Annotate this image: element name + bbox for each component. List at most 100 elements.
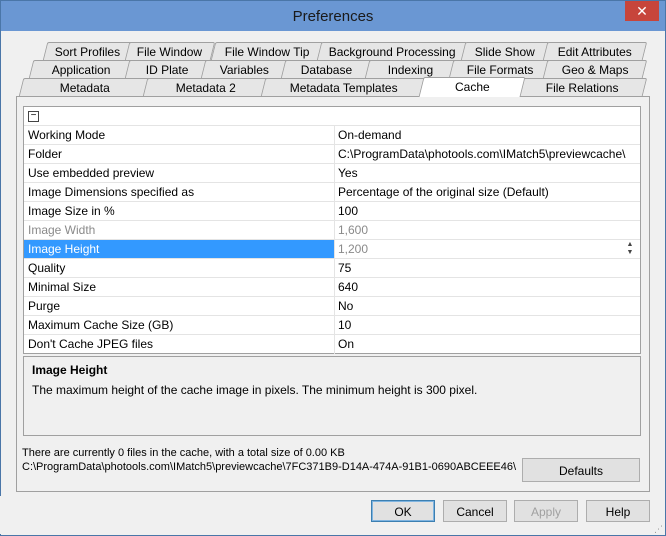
grid-divider [334, 297, 335, 316]
grid-row-value: 1,600 [338, 223, 369, 237]
description-text: The maximum height of the cache image in… [32, 383, 478, 397]
grid-row-value[interactable]: No [338, 299, 638, 313]
grid-row-label: Image Size in % [28, 204, 115, 218]
grid-row-value[interactable]: On-demand [338, 128, 638, 142]
grid-divider [334, 126, 335, 145]
grid-row-value[interactable]: 640 [338, 280, 638, 294]
grid-row-value[interactable]: 100 [338, 204, 638, 218]
tab-label: File Window Tip [224, 45, 310, 59]
tab-label: Slide Show [474, 45, 535, 59]
grid-divider [334, 259, 335, 278]
description-heading: Image Height [32, 363, 108, 377]
tab-label: Geo & Maps [561, 63, 629, 77]
grid-row-image-dimensions[interactable]: Image Dimensions specified as Percentage… [24, 182, 640, 202]
cancel-button[interactable]: Cancel [443, 500, 507, 522]
tab-file-relations[interactable]: File Relations [516, 78, 648, 96]
cache-status-summary: There are currently 0 files in the cache… [22, 447, 345, 459]
grid-row-value[interactable]: 10 [338, 318, 638, 332]
tab-metadata-2[interactable]: Metadata 2 [142, 78, 270, 96]
grid-row-maximum-cache-size[interactable]: Maximum Cache Size (GB) 10 [24, 315, 640, 335]
grid-row-label: Quality [28, 261, 66, 275]
grid-row-label: Image Width [28, 223, 96, 237]
grid-row-value[interactable]: 75 [338, 261, 638, 275]
grid-row-label: Maximum Cache Size (GB) [28, 318, 174, 332]
tab-slide-show[interactable]: Slide Show [460, 42, 550, 60]
tab-metadata-templates[interactable]: Metadata Templates [260, 78, 428, 96]
grid-divider [334, 221, 335, 240]
tab-indexing[interactable]: Indexing [364, 60, 458, 78]
grid-row-image-size[interactable]: Image Size in % 100 [24, 201, 640, 221]
tab-sort-profiles[interactable]: Sort Profiles [42, 42, 134, 60]
property-grid[interactable]: − Working Mode On-demand Folder C:\Progr… [23, 106, 641, 354]
grid-row-value[interactable]: Yes [338, 166, 638, 180]
tab-label: Metadata [59, 81, 110, 95]
grid-row-label: Use embedded preview [28, 166, 155, 180]
window-title: Preferences [292, 8, 374, 25]
grid-row-use-embedded-preview[interactable]: Use embedded preview Yes [24, 163, 640, 183]
grid-row-working-mode[interactable]: Working Mode On-demand [24, 125, 640, 145]
close-button[interactable]: ✕ [625, 1, 659, 21]
grid-divider [334, 145, 335, 164]
grid-row-value[interactable]: Percentage of the original size (Default… [338, 185, 638, 199]
grid-divider [334, 164, 335, 183]
tab-background-processing[interactable]: Background Processing [316, 42, 468, 60]
tab-label: Sort Profiles [55, 45, 121, 59]
tab-label: Database [301, 63, 353, 77]
tab-label: Variables [220, 63, 270, 77]
help-button[interactable]: Help [586, 500, 650, 522]
grid-row-label: Image Height [28, 242, 100, 256]
tab-file-window-tip[interactable]: File Window Tip [210, 42, 324, 60]
grid-divider [334, 202, 335, 221]
tab-label: Cache [454, 80, 490, 94]
grid-row-minimal-size[interactable]: Minimal Size 640 [24, 277, 640, 297]
spin-buttons[interactable]: ▲ ▼ [624, 241, 636, 257]
grid-row-image-height[interactable]: Image Height 1,200 ▲ ▼ [24, 239, 640, 259]
grid-row-label: Working Mode [28, 128, 106, 142]
defaults-button[interactable]: Defaults [522, 458, 640, 482]
grid-row-value[interactable]: C:\ProgramData\photools.com\IMatch5\prev… [338, 147, 638, 161]
tab-label: Metadata 2 [175, 81, 236, 95]
tab-id-plate[interactable]: ID Plate [124, 60, 210, 78]
grid-row-purge[interactable]: Purge No [24, 296, 640, 316]
spin-up-icon[interactable]: ▲ [624, 241, 636, 249]
description-pane: Image Height The maximum height of the c… [23, 356, 641, 436]
ok-button[interactable]: OK [371, 500, 435, 522]
tab-metadata[interactable]: Metadata [18, 78, 152, 96]
grid-row-folder[interactable]: Folder C:\ProgramData\photools.com\IMatc… [24, 144, 640, 164]
tab-edit-attributes[interactable]: Edit Attributes [542, 42, 648, 60]
resize-grip-icon[interactable]: ⋰ [654, 524, 664, 534]
cache-status-path: C:\ProgramData\photools.com\IMatch5\prev… [22, 461, 517, 473]
tab-cache[interactable]: Cache [418, 77, 526, 97]
tab-label: Edit Attributes [557, 45, 632, 59]
tab-label: File Relations [545, 81, 619, 95]
grid-row-label: Purge [28, 299, 61, 313]
apply-button[interactable]: Apply [514, 500, 578, 522]
grid-row-image-width: Image Width 1,600 [24, 220, 640, 240]
grid-row-label: Folder [28, 147, 63, 161]
tab-label: File Window [137, 45, 203, 59]
grid-divider [334, 335, 335, 354]
tab-label: ID Plate [145, 63, 189, 77]
spin-down-icon[interactable]: ▼ [624, 249, 636, 257]
grid-divider [334, 240, 335, 259]
tab-database[interactable]: Database [280, 60, 374, 78]
tab-geo-maps[interactable]: Geo & Maps [542, 60, 648, 78]
grid-row-dont-cache-jpeg[interactable]: Don't Cache JPEG files On [24, 334, 640, 354]
tab-file-formats[interactable]: File Formats [448, 60, 552, 78]
grid-row-label: Image Dimensions specified as [28, 185, 195, 199]
grid-divider [334, 316, 335, 335]
tab-variables[interactable]: Variables [200, 60, 290, 78]
title-bar[interactable]: Preferences ✕ [1, 1, 665, 31]
tab-application[interactable]: Application [28, 60, 134, 78]
tab-file-window[interactable]: File Window [124, 42, 216, 60]
grid-row-value[interactable]: On [338, 337, 638, 351]
tab-label: Application [51, 63, 111, 77]
tab-label: Background Processing [328, 45, 456, 59]
grid-row-value[interactable]: 1,200 [338, 242, 638, 256]
grid-row-label: Don't Cache JPEG files [28, 337, 154, 351]
grid-row-label: Minimal Size [28, 280, 97, 294]
grid-row-quality[interactable]: Quality 75 [24, 258, 640, 278]
collapse-toggle[interactable]: − [28, 111, 39, 122]
tab-label: Metadata Templates [289, 81, 398, 95]
grid-divider [334, 278, 335, 297]
